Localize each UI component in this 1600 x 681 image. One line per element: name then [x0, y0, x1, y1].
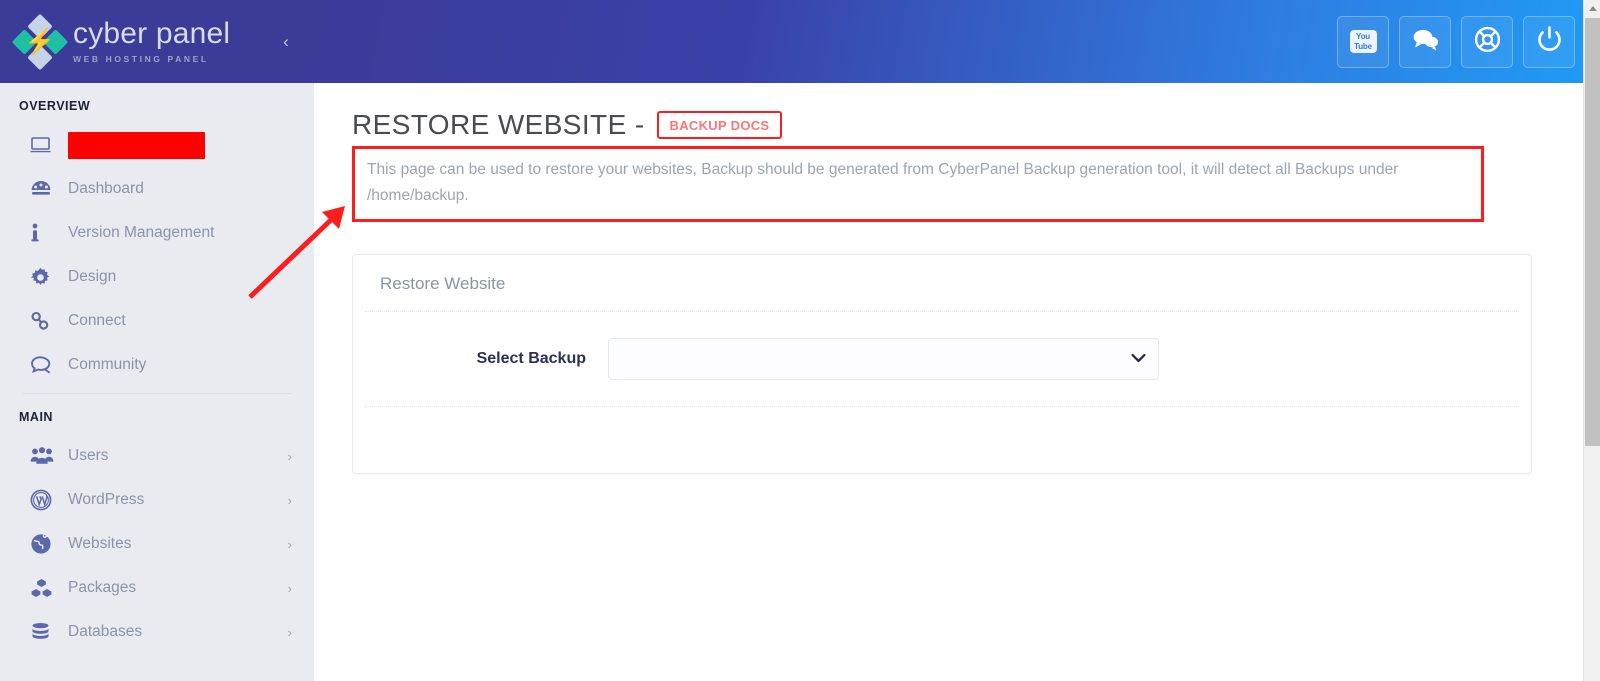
- sidebar-item-label: Version Management: [68, 224, 215, 241]
- chevron-left-icon[interactable]: ‹: [276, 32, 296, 52]
- select-backup-input[interactable]: [608, 338, 1159, 380]
- scroll-up-arrow-icon[interactable]: [1584, 0, 1600, 17]
- topbar: You Tube: [314, 0, 1600, 83]
- card-footer: [353, 407, 1531, 473]
- page-description-highlight: This page can be used to restore your we…: [352, 146, 1484, 222]
- sidebar-item-label: Databases: [68, 623, 143, 640]
- gear-icon: [30, 267, 56, 288]
- select-backup-label: Select Backup: [476, 350, 586, 367]
- chevron-right-icon: ›: [287, 624, 292, 640]
- sidebar-item-wordpress[interactable]: WordPress ›: [0, 478, 314, 522]
- chevron-right-icon: ›: [287, 492, 292, 508]
- link-icon: [30, 311, 56, 331]
- card-heading: Restore Website: [380, 274, 506, 293]
- support-button[interactable]: [1461, 15, 1513, 68]
- chevron-right-icon: ›: [287, 536, 292, 552]
- sidebar-item-websites[interactable]: Websites ›: [0, 522, 314, 566]
- chat-button[interactable]: [1399, 15, 1451, 68]
- sidebar-item-dashboard[interactable]: Dashboard: [0, 167, 314, 211]
- sidebar-item-databases[interactable]: Databases ›: [0, 610, 314, 654]
- sidebar-item-version-management[interactable]: Version Management: [0, 211, 314, 255]
- sidebar-item-label: Design: [68, 268, 117, 285]
- wordpress-icon: [30, 489, 56, 511]
- sidebar: ⚡ cyber panel WEB HOSTING PANEL ‹ OVERVI…: [0, 0, 314, 681]
- database-icon: [30, 622, 56, 643]
- cyberpanel-diamond-bolt-logo-icon: ⚡: [9, 10, 71, 72]
- sidebar-section-label-main: MAIN: [19, 410, 53, 424]
- vertical-scroll-thumb[interactable]: [1585, 18, 1600, 446]
- power-button[interactable]: [1523, 15, 1575, 68]
- redaction-overlay: [68, 131, 205, 159]
- youtube-icon: You Tube: [1349, 30, 1377, 53]
- sidebar-section-label-overview: OVERVIEW: [19, 99, 91, 113]
- sidebar-item-label: Websites: [68, 535, 132, 552]
- monitor-icon: [30, 137, 56, 153]
- users-icon: [30, 447, 56, 465]
- sidebar-logo-bar: ⚡ cyber panel WEB HOSTING PANEL ‹: [0, 0, 314, 83]
- backup-docs-link[interactable]: BACKUP DOCS: [656, 111, 783, 139]
- sidebar-item-design[interactable]: Design: [0, 255, 314, 299]
- sidebar-item-redacted[interactable]: [0, 123, 314, 167]
- chat-bubbles-icon: [1412, 28, 1439, 56]
- sidebar-item-connect[interactable]: Connect: [0, 299, 314, 343]
- select-backup-wrapper: [608, 338, 1159, 380]
- sidebar-item-packages[interactable]: Packages ›: [0, 566, 314, 610]
- page-description: This page can be used to restore your we…: [367, 161, 1399, 204]
- chevron-right-icon: ›: [287, 448, 292, 464]
- app-root: ⚡ cyber panel WEB HOSTING PANEL ‹ OVERVI…: [0, 0, 1600, 681]
- dashboard-gauge-icon: [30, 179, 56, 199]
- globe-icon: [30, 533, 56, 555]
- sidebar-item-users[interactable]: Users ›: [0, 434, 314, 478]
- power-icon: [1537, 26, 1562, 57]
- vertical-scrollbar[interactable]: [1583, 0, 1600, 681]
- sidebar-item-label: WordPress: [68, 491, 145, 508]
- restore-website-card: Restore Website Select Backup: [352, 254, 1532, 474]
- sidebar-item-community[interactable]: Community: [0, 343, 314, 387]
- brand-name: cyber panel: [73, 17, 231, 50]
- main-area: You Tube RESTORE WEBSITE - BACKUP DOCS T…: [314, 0, 1600, 681]
- youtube-button[interactable]: You Tube: [1337, 15, 1389, 68]
- sidebar-item-label: Community: [68, 356, 147, 373]
- brand-tagline: WEB HOSTING PANEL: [73, 54, 209, 64]
- info-icon: [30, 223, 56, 243]
- sidebar-item-label: Users: [68, 447, 109, 464]
- page-content: RESTORE WEBSITE - BACKUP DOCS This page …: [314, 83, 1600, 474]
- sidebar-item-label: Dashboard: [68, 180, 144, 197]
- life-buoy-icon: [1474, 26, 1501, 58]
- sidebar-item-label: Packages: [68, 579, 137, 596]
- chevron-right-icon: ›: [287, 580, 292, 596]
- page-header-row: RESTORE WEBSITE - BACKUP DOCS: [352, 109, 1556, 141]
- boxes-icon: [30, 578, 56, 599]
- page-title: RESTORE WEBSITE -: [352, 109, 645, 140]
- sidebar-item-label: Connect: [68, 312, 126, 329]
- card-body: Select Backup: [353, 312, 1531, 406]
- comment-icon: [30, 356, 56, 374]
